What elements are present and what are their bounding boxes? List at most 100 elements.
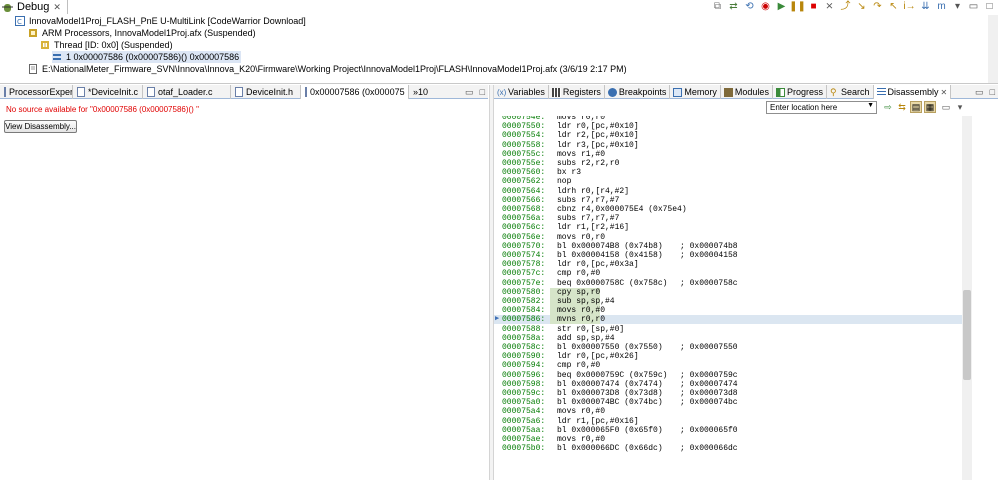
tab-otaf-loader-c[interactable]: otaf_Loader.c xyxy=(143,85,231,99)
maximize-icon[interactable]: □ xyxy=(477,85,488,98)
remove-all-terminated-icon[interactable]: ⧉ xyxy=(711,1,724,13)
disassembly-row[interactable]: 00007568: cbnz r4,0x000075E4 (0x75e4) xyxy=(494,205,962,214)
show-source-icon[interactable]: ▤ xyxy=(910,101,922,113)
instruction-step-icon[interactable]: i→ xyxy=(903,1,916,13)
multicore-icon[interactable]: m xyxy=(935,1,948,13)
refresh-icon[interactable]: ▭ xyxy=(940,101,952,113)
disassembly-row[interactable]: 000075aa: bl 0x000065F0 (0x65f0) ; 0x00006… xyxy=(494,426,962,435)
disassembly-row[interactable]: 00007580: cpy sp,r0 xyxy=(494,287,962,297)
disassembly-icon xyxy=(876,87,886,97)
view-menu-icon[interactable]: ▾ xyxy=(951,1,964,13)
disassembly-row[interactable]: 0000757c: cmp r0,#0 xyxy=(494,269,962,278)
scrollbar-thumb[interactable] xyxy=(963,290,971,380)
connect-icon[interactable]: ⇄ xyxy=(727,1,740,13)
tree-item-file[interactable]: E:\NationalMeter_Firmware_SVN\Innova\Inn… xyxy=(28,63,627,75)
disassembly-row[interactable]: 000075ae: movs r0,#0 xyxy=(494,435,962,444)
disassembly-row[interactable]: 0000758a: add sp,sp,#4 xyxy=(494,334,962,343)
chevron-down-icon[interactable]: ▼ xyxy=(867,102,874,109)
view-menu-icon[interactable]: ▾ xyxy=(954,101,966,113)
disassembly-row[interactable]: 000075a4: movs r0,#0 xyxy=(494,407,962,416)
tab-processorexpert-c[interactable]: ProcessorExpert.c xyxy=(0,85,73,99)
disassembly-row[interactable]: 00007596: beq 0x0000759C (0x759c) ; 0x0000… xyxy=(494,371,962,380)
instruction-text: movs r0,#0 xyxy=(557,407,606,417)
disassembly-scrollbar[interactable] xyxy=(962,116,972,480)
disassembly-row[interactable]: 00007598: bl 0x00007474 (0x7474) ; 0x00007… xyxy=(494,380,962,389)
disassembly-row[interactable]: 0000754e: movs r0,r0 xyxy=(494,116,962,122)
disassembly-row[interactable]: 0000756e: movs r0,r0 xyxy=(494,233,962,242)
disassembly-row[interactable]: 0000756c: ldr r1,[r2,#16] xyxy=(494,223,962,232)
disassembly-code-area[interactable]: 0000754e: movs r0,r0 00007550: ldr r0,[pc,#… xyxy=(494,116,962,480)
link-with-context-icon[interactable]: ⇆ xyxy=(896,101,908,113)
tree-item-launch[interactable]: C InnovaModel1Proj_FLASH_PnE U-MultiLink… xyxy=(15,15,306,27)
tab-overflow[interactable]: »10 xyxy=(409,85,429,99)
close-icon[interactable]: ✕ xyxy=(53,2,61,13)
view-disassembly-button[interactable]: View Disassembly... xyxy=(4,120,77,133)
suspend-icon[interactable]: ❚❚ xyxy=(789,1,806,13)
tab-breakpoints[interactable]: Breakpoints xyxy=(605,85,671,99)
disassembly-row[interactable]: 00007574: bl 0x00004158 (0x4158) ; 0x00004… xyxy=(494,251,962,260)
disassembly-row[interactable]: 0000758c: bl 0x00007550 (0x7550) ; 0x00007… xyxy=(494,343,962,352)
disassembly-row[interactable]: 00007582: sub sp,sp,#4 xyxy=(494,297,962,306)
disassembly-row[interactable]: 00007590: ldr r0,[pc,#0x26] xyxy=(494,352,962,361)
location-input[interactable]: Enter location here ▼ xyxy=(766,101,877,114)
disassembly-row[interactable]: 0000756a: subs r7,r7,#7 xyxy=(494,214,962,223)
tab-address-editor[interactable]: 0x00007586 (0x000075 ✕ xyxy=(301,85,409,99)
maximize-icon[interactable]: □ xyxy=(983,1,996,13)
disassembly-row[interactable]: 00007558: ldr r3,[pc,#0x10] xyxy=(494,141,962,150)
disassembly-row[interactable]: 00007550: ldr r0,[pc,#0x10] xyxy=(494,122,962,131)
tab-progress[interactable]: Progress xyxy=(773,85,827,99)
disassembly-row[interactable]: 00007566: subs r7,r7,#7 xyxy=(494,196,962,205)
disconnect-icon[interactable]: ⨯ xyxy=(823,1,836,13)
tree-item-processor[interactable]: ARM Processors, InnovaModel1Proj.afx (Su… xyxy=(28,27,256,39)
disassembly-row[interactable]: 000075a0: bl 0x000074BC (0x74bc) ; 0x00007… xyxy=(494,398,962,407)
terminate-icon[interactable]: ■ xyxy=(807,1,820,13)
step-into-icon[interactable]: ↘ xyxy=(855,1,868,13)
tab-registers[interactable]: Registers xyxy=(549,85,605,99)
restart-icon[interactable]: ⟲ xyxy=(743,1,756,13)
disassembly-row[interactable]: 000075a6: ldr r1,[pc,#0x16] xyxy=(494,417,962,426)
disassembly-row[interactable]: 00007554: ldr r2,[pc,#0x10] xyxy=(494,131,962,140)
current-instruction-row[interactable]: ▶ 00007586: mvns r0,r0 xyxy=(494,315,962,325)
reset-icon[interactable]: ◉ xyxy=(759,1,772,13)
tab-search[interactable]: ⚲ Search xyxy=(827,85,874,99)
disassembly-row[interactable]: 0000759c: bl 0x000073D8 (0x73d8) ; 0x00007… xyxy=(494,389,962,398)
tab-modules[interactable]: Modules xyxy=(721,85,773,99)
disassembly-row[interactable]: 00007564: ldrh r0,[r4,#2] xyxy=(494,187,962,196)
detach-icon[interactable]: ⤴ xyxy=(839,1,852,13)
disassembly-row[interactable]: 00007570: bl 0x000074B8 (0x74b8) ; 0x00007… xyxy=(494,242,962,251)
tab-disassembly[interactable]: Disassembly ✕ xyxy=(873,85,952,99)
instruction-address: 00007564: xyxy=(502,186,546,196)
minimize-icon[interactable]: ▭ xyxy=(462,85,477,98)
minimize-icon[interactable]: ▭ xyxy=(967,1,980,13)
disassembly-row[interactable]: 00007594: cmp r0,#0 xyxy=(494,361,962,370)
disassembly-row[interactable]: 0000755e: subs r2,r2,r0 xyxy=(494,159,962,168)
step-return-icon[interactable]: ↖ xyxy=(887,1,900,13)
disassembly-row[interactable]: 00007578: ldr r0,[pc,#0x3a] xyxy=(494,260,962,269)
disassembly-row[interactable]: 00007562: nop xyxy=(494,177,962,186)
resume-icon[interactable]: ▶ xyxy=(775,1,788,13)
disassembly-row[interactable]: 00007560: bx r3 xyxy=(494,168,962,177)
tab-deviceinit-h[interactable]: DeviceInit.h xyxy=(231,85,301,99)
close-icon[interactable]: ✕ xyxy=(941,88,948,97)
debug-scrollbar[interactable] xyxy=(988,15,998,83)
instruction-address: 00007554: xyxy=(502,131,546,141)
tab-deviceinit-c[interactable]: *DeviceInit.c xyxy=(73,85,143,99)
disassembly-row[interactable]: 0000755c: movs r1,#0 xyxy=(494,150,962,159)
maximize-icon[interactable]: □ xyxy=(987,85,998,98)
instruction-comment: ; 0x00004158 xyxy=(680,251,738,260)
minimize-icon[interactable]: ▭ xyxy=(972,85,987,98)
tab-debug[interactable]: Debug ✕ xyxy=(0,0,68,14)
tree-item-thread[interactable]: Thread [ID: 0x0] (Suspended) xyxy=(40,39,173,51)
go-to-pc-icon[interactable]: ⇨ xyxy=(882,101,894,113)
disassembly-row[interactable]: 00007588: str r0,[sp,#0] xyxy=(494,325,962,334)
step-over-icon[interactable]: ↷ xyxy=(871,1,884,13)
drop-to-frame-icon[interactable]: ⇊ xyxy=(919,1,932,13)
disassembly-row[interactable]: 000075b0: bl 0x000066DC (0x66dc) ; 0x00006… xyxy=(494,444,962,453)
show-symbols-icon[interactable]: ▦ xyxy=(924,101,936,113)
disassembly-row[interactable]: 00007584: movs r0,#0 xyxy=(494,306,962,316)
tab-memory[interactable]: Memory xyxy=(670,85,721,99)
tree-item-stack-frame[interactable]: 1 0x00007586 (0x00007586)() 0x00007586 xyxy=(52,51,242,63)
tab-variables[interactable]: (x) Variables xyxy=(494,85,549,99)
disassembly-row[interactable]: 0000757e: beq 0x0000758C (0x758c) ; 0x0000… xyxy=(494,279,962,288)
tab-label: Variables xyxy=(508,87,545,97)
